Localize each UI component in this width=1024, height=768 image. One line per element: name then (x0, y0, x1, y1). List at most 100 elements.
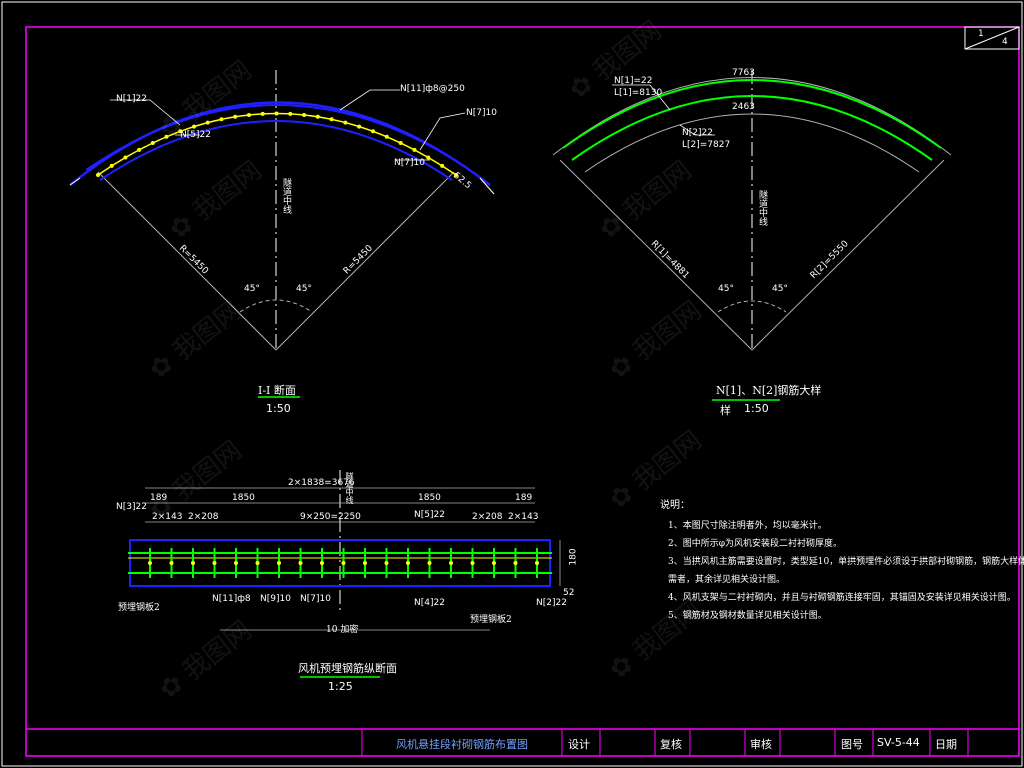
rebar-dot (371, 129, 375, 134)
note-item: 5、钢筋材及钢材数量详见相关设计图。 (668, 611, 827, 621)
long-label-bottom: 10 加密 (326, 625, 359, 635)
rebar-dot (406, 561, 410, 565)
long-dim-s3: 9×250=2250 (300, 512, 361, 522)
rebar-dot (247, 113, 251, 117)
label-n1: N[1]22 (116, 94, 147, 104)
long-label-h2: 52 (563, 588, 575, 598)
drawing-title: 风机悬挂段衬砌钢筋布置图 (396, 738, 528, 751)
detail-label-l1: L[1]=8130 (614, 88, 663, 98)
rebar-dot (150, 141, 155, 145)
detail-label-n1: N[1]=22 (614, 76, 653, 86)
rebar-dot (329, 117, 334, 122)
long-dim-s4: 2×208 (472, 512, 503, 522)
rebar-dot (363, 561, 367, 565)
rebar-dot (470, 561, 475, 565)
long-dim-s1: 2×143 (152, 512, 183, 522)
rebar-dot (234, 561, 238, 565)
rebar-dot (109, 163, 114, 168)
label-n11: N[11]ф8@250 (400, 84, 465, 94)
radius-line-right (275, 171, 455, 351)
rebar-dot (233, 114, 238, 119)
rebar-dot (412, 147, 417, 152)
end-mark-left (69, 177, 81, 186)
label-axis: 隧道中线 (281, 178, 291, 214)
rebar-dot (357, 124, 362, 129)
design-label: 设计 (568, 738, 590, 751)
rebar-dot (148, 561, 152, 565)
sheet-divider (964, 26, 1020, 50)
note-item: 1、本图尺寸除注明者外，均以毫米计。 (668, 521, 827, 531)
detail-label-outer: 7763 (732, 68, 755, 78)
long-label-n5: N[5]22 (414, 510, 445, 520)
section-scale: 1:50 (266, 402, 291, 415)
rebar-dot (277, 561, 281, 565)
long-dim-189-left: 189 (150, 493, 168, 503)
label-n7a: N[7]10 (466, 108, 497, 118)
long-dim-s5: 2×143 (508, 512, 539, 522)
leader-n11 (339, 89, 400, 111)
rebar-dot (302, 113, 307, 117)
long-label-n4: N[4]22 (414, 598, 445, 608)
label-angle-left: 45° (244, 284, 260, 294)
note-item: 需者，其余详见相关设计图。 (668, 575, 786, 585)
rebar-dot (96, 173, 100, 177)
rebar-dot (341, 561, 346, 565)
long-label-n3: N[3]22 (116, 502, 147, 512)
rebar-dot (440, 163, 445, 168)
rebar-dot (219, 117, 224, 122)
end-mark-right (479, 177, 495, 195)
detail-label-inner: 2463 (732, 102, 755, 112)
long-label-bracket-right: 预埋钢板2 (470, 615, 512, 625)
long-label-n11: N[11]ф8 (212, 594, 251, 604)
detail-label-angle-left: 45° (718, 284, 734, 294)
drawing-no-label: 图号 (841, 738, 863, 751)
rebar-dot (298, 561, 303, 565)
detail-radius-right (751, 159, 945, 351)
note-item: 4、风机支架与二衬衬砌内，并且与衬砌钢筋连接牢固，其锚固及安装详见相关设计图。 (668, 593, 1016, 603)
detail-prefix: 样 (720, 404, 731, 417)
rebar-dot (398, 141, 403, 145)
detail-label-angle-right: 45° (772, 284, 788, 294)
rebar-dot (288, 111, 293, 116)
label-n5: N[5]22 (180, 130, 211, 140)
review-label: 审核 (750, 738, 772, 751)
rebar-dot (343, 120, 348, 125)
note-item: 3、当拱风机主筋需要设置时，类型延10，单拱预埋件必须设于拱部衬砌钢筋，钢筋大样… (668, 557, 1024, 567)
rebar-dot (320, 561, 324, 565)
section-i-i (69, 70, 495, 398)
rebar-dot (384, 561, 389, 565)
detail-label-axis: 隧道中线 (757, 190, 767, 226)
rebar-dot (205, 120, 210, 125)
rebar-dot (426, 155, 431, 160)
long-title: 风机预埋钢筋纵断面 (298, 662, 397, 675)
rebar-dot (427, 561, 432, 565)
notes-heading: 说明： (660, 500, 690, 511)
rebar-dot (260, 111, 265, 116)
long-label-axis: 隧道中线 (345, 472, 354, 504)
long-label-n7: N[7]10 (300, 594, 331, 604)
drawing-no: SV-5-44 (877, 736, 920, 749)
sheet-total: 4 (1002, 37, 1008, 47)
note-item: 2、图中所示φ为风机安装段二衬衬砌厚度。 (668, 539, 843, 549)
long-dim-s2: 2×208 (188, 512, 219, 522)
rebar-dot (513, 561, 518, 565)
detail-title: N[1]、N[2]钢筋大样 (716, 384, 822, 397)
rebar-dot (137, 147, 142, 152)
label-angle-right: 45° (296, 284, 312, 294)
rebar-dot (169, 561, 174, 565)
long-scale: 1:25 (328, 680, 353, 693)
long-dim-1850-left: 1850 (232, 493, 255, 503)
long-dim-189-right: 189 (515, 493, 533, 503)
long-dim-1850-right: 1850 (418, 493, 441, 503)
rebar-dot (212, 561, 217, 565)
rebar-dot (535, 561, 539, 565)
rebar-dot (384, 134, 389, 139)
detail-scale: 1:50 (744, 402, 769, 415)
rebar-dot (191, 561, 195, 565)
rebar-dot (449, 561, 453, 565)
rebar-dot (255, 561, 260, 565)
date-label: 日期 (935, 738, 957, 751)
long-label-n2: N[2]22 (536, 598, 567, 608)
rebar-dot (492, 561, 496, 565)
label-n7b: N[7]10 (394, 158, 425, 168)
